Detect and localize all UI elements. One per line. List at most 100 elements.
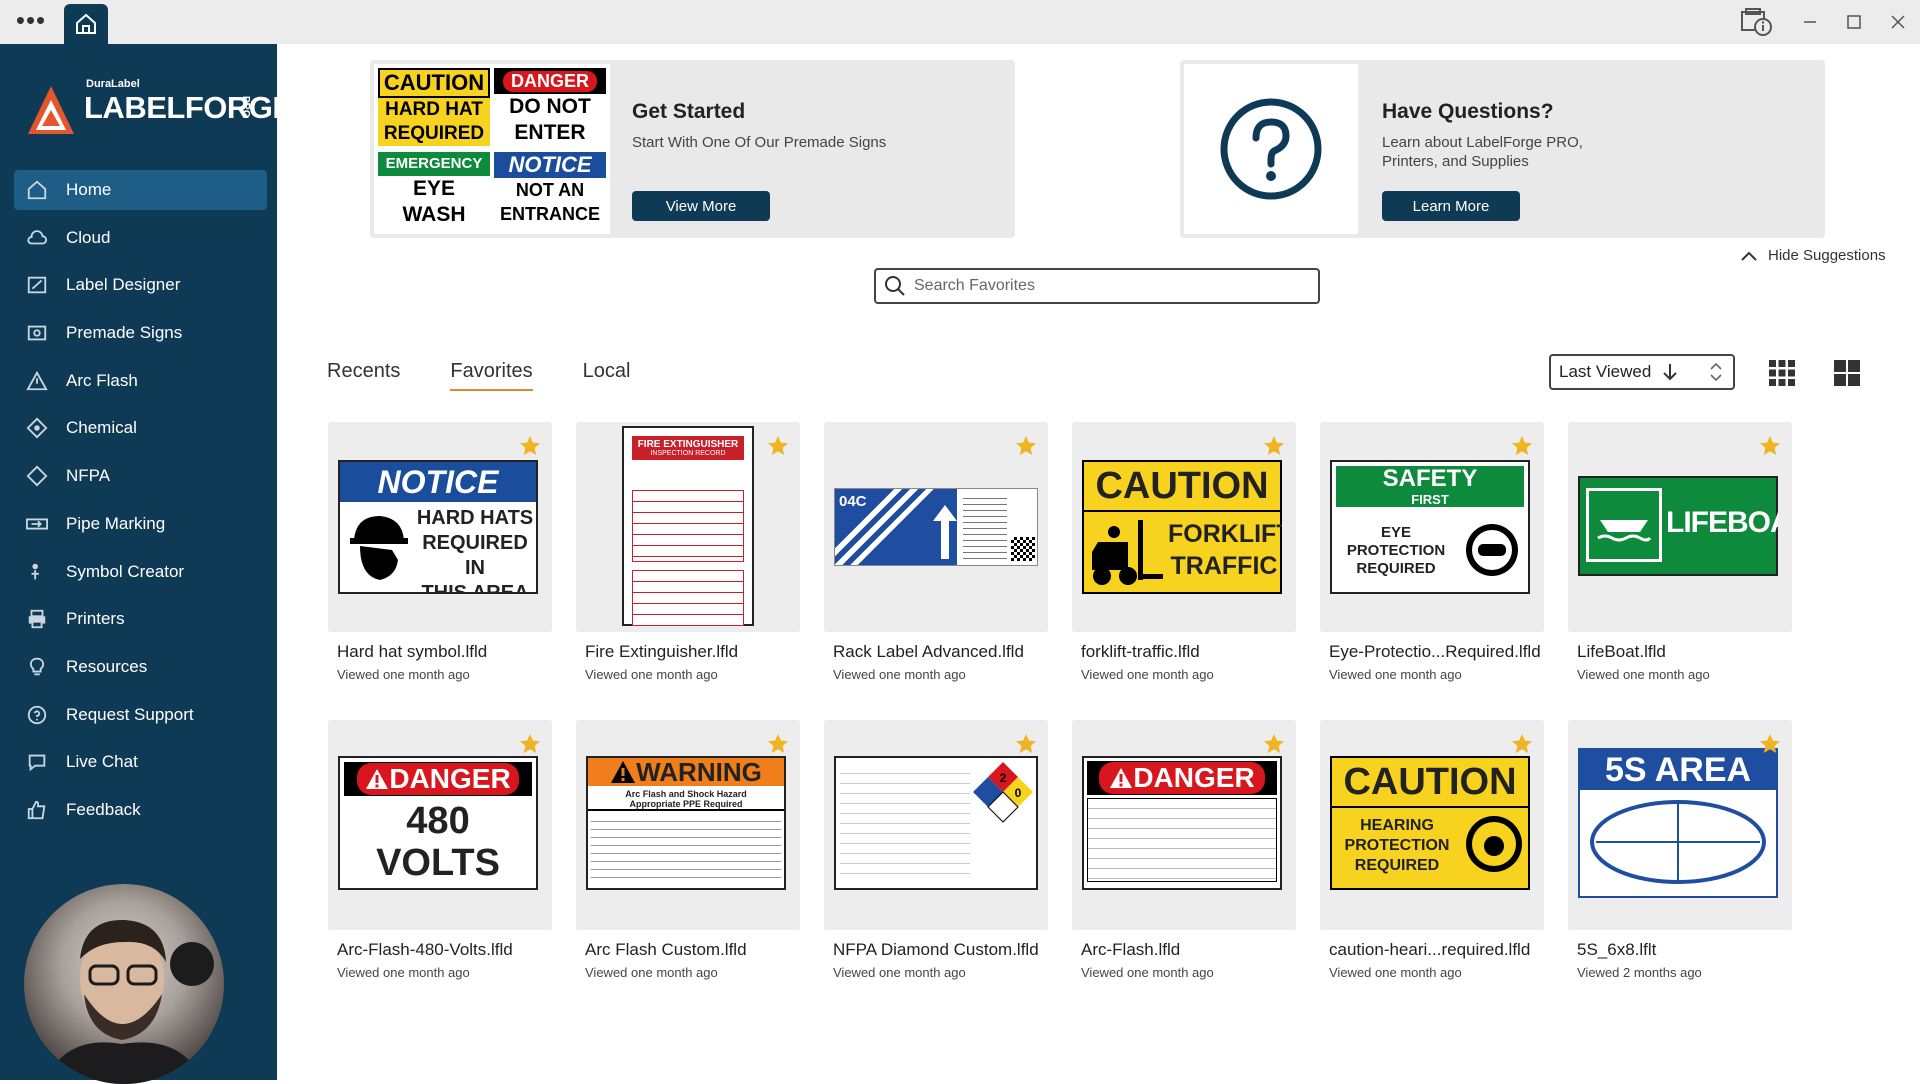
home-tab[interactable]	[64, 4, 108, 44]
file-viewed-date: Viewed one month ago	[585, 965, 718, 980]
home-icon	[26, 179, 48, 201]
warning-sub: Arc Flash and Shock Hazard	[625, 789, 747, 799]
title-bar: •••	[0, 0, 1920, 44]
sort-dropdown[interactable]: Last Viewed	[1549, 354, 1735, 390]
favorite-star-icon[interactable]	[766, 434, 790, 458]
file-name[interactable]: forklift-traffic.lfld	[1081, 642, 1200, 662]
caution-head: CAUTION	[1332, 758, 1528, 808]
file-tile[interactable]: CAUTION HEARING PROTECTION REQUIRED	[1320, 720, 1544, 930]
label-designer-icon	[26, 274, 48, 296]
file-name[interactable]: caution-heari...required.lfld	[1329, 940, 1530, 960]
sidebar-nav: Home Cloud Label Designer Premade Signs Arc …	[14, 170, 267, 838]
file-tile[interactable]: LIFEBOAT	[1568, 422, 1792, 632]
file-viewed-date: Viewed one month ago	[1577, 667, 1710, 682]
close-icon[interactable]	[1876, 0, 1920, 44]
favorite-star-icon[interactable]	[1510, 732, 1534, 756]
file-tile[interactable]: SAFETY FIRST EYE PROTECTION REQUIRED	[1320, 422, 1544, 632]
lightbulb-icon	[26, 656, 48, 678]
file-tile[interactable]: DANGER 480 VOLTS	[328, 720, 552, 930]
file-thumbnail: DANGER 480 VOLTS	[338, 756, 538, 890]
sidebar-item-symbol-creator[interactable]: Symbol Creator	[14, 552, 267, 592]
sidebar-item-printers[interactable]: Printers	[14, 599, 267, 639]
search-favorites-input[interactable]: Search Favorites	[874, 268, 1320, 304]
file-tile[interactable]: 5S AREA	[1568, 720, 1792, 930]
nfpa-reactivity-rating: 0	[1015, 786, 1022, 800]
sidebar-item-label-designer[interactable]: Label Designer	[14, 265, 267, 305]
sidebar-item-home[interactable]: Home	[14, 170, 267, 210]
favorite-star-icon[interactable]	[1014, 732, 1038, 756]
large-grid-view-icon[interactable]	[1832, 358, 1862, 388]
sidebar-item-arc-flash[interactable]: Arc Flash	[14, 361, 267, 401]
tab-favorites[interactable]: Favorites	[450, 360, 533, 391]
have-questions-card: Have Questions? Learn about LabelForge P…	[1180, 60, 1825, 238]
file-tile[interactable]: DANGER	[1072, 720, 1296, 930]
tab-recents[interactable]: Recents	[327, 360, 400, 391]
5s-area-head: 5S AREA	[1580, 750, 1776, 790]
eye-protection-line: EYE	[1380, 524, 1411, 541]
favorite-star-icon[interactable]	[518, 732, 542, 756]
maximize-icon[interactable]	[1832, 0, 1876, 44]
chevron-up-icon	[1741, 251, 1757, 261]
file-viewed-date: Viewed one month ago	[585, 667, 718, 682]
favorite-star-icon[interactable]	[1758, 732, 1782, 756]
hide-suggestions-toggle[interactable]: Hide Suggestions	[1740, 247, 1886, 264]
ellipsis-icon[interactable]: •••	[14, 6, 48, 38]
sidebar-item-feedback[interactable]: Feedback	[14, 790, 267, 830]
file-tile[interactable]: FIRE EXTINGUISHER INSPECTION RECORD	[576, 422, 800, 632]
file-name[interactable]: Hard hat symbol.lfld	[337, 642, 487, 662]
file-thumbnail: 20	[834, 756, 1038, 890]
sidebar-item-request-support[interactable]: Request Support	[14, 695, 267, 735]
file-name[interactable]: Arc-Flash-480-Volts.lfld	[337, 940, 513, 960]
sidebar-item-nfpa[interactable]: NFPA	[14, 456, 267, 496]
warning-head: WARNING	[636, 756, 762, 787]
file-name[interactable]: 5S_6x8.lflt	[1577, 940, 1656, 960]
minimize-icon[interactable]	[1788, 0, 1832, 44]
favorite-star-icon[interactable]	[1758, 434, 1782, 458]
danger-sign-head: DANGER	[502, 70, 597, 92]
sidebar-item-resources[interactable]: Resources	[14, 647, 267, 687]
file-thumbnail: DANGER	[1082, 756, 1282, 890]
question-icon	[1220, 98, 1322, 200]
favorite-star-icon[interactable]	[766, 732, 790, 756]
sidebar-item-premade-signs[interactable]: Premade Signs	[14, 313, 267, 353]
sidebar-item-cloud[interactable]: Cloud	[14, 218, 267, 258]
tab-local[interactable]: Local	[583, 360, 631, 391]
file-name[interactable]: LifeBoat.lfld	[1577, 642, 1666, 662]
favorite-star-icon[interactable]	[1262, 732, 1286, 756]
favorite-star-icon[interactable]	[1262, 434, 1286, 458]
webcam-avatar	[24, 884, 224, 1084]
file-tile[interactable]: NOTICE HARD HATS REQUIRED IN THIS AREA	[328, 422, 552, 632]
have-questions-subtitle-1: Learn about LabelForge PRO,	[1382, 134, 1583, 151]
sidebar-item-chemical[interactable]: Chemical	[14, 408, 267, 448]
file-name[interactable]: Rack Label Advanced.lfld	[833, 642, 1024, 662]
favorite-star-icon[interactable]	[518, 434, 542, 458]
file-tile[interactable]: WARNING Arc Flash and Shock Hazard Appropr…	[576, 720, 800, 930]
view-more-button[interactable]: View More	[632, 191, 770, 221]
file-name[interactable]: Fire Extinguisher.lfld	[585, 642, 738, 662]
file-name[interactable]: NFPA Diamond Custom.lfld	[833, 940, 1039, 960]
notice-line: HARD HATS	[416, 507, 534, 529]
logo-brand-main: LABELFORGE	[84, 90, 293, 125]
file-thumbnail: LIFEBOAT	[1578, 476, 1778, 576]
sidebar-item-label: Label Designer	[66, 275, 181, 295]
sidebar-item-pipe-marking[interactable]: Pipe Marking	[14, 504, 267, 544]
chevron-up-down-icon	[1710, 362, 1722, 382]
sidebar-item-label: Cloud	[66, 227, 111, 247]
favorite-star-icon[interactable]	[1014, 434, 1038, 458]
favorite-star-icon[interactable]	[1510, 434, 1534, 458]
file-tile[interactable]: 04C	[824, 422, 1048, 632]
file-tile[interactable]: CAUTION FORKLIFT TRAFFIC	[1072, 422, 1296, 632]
file-name[interactable]: Eye-Protectio...Required.lfld	[1329, 642, 1541, 662]
search-placeholder: Search Favorites	[914, 277, 1035, 294]
hearing-line: HEARING	[1360, 817, 1434, 834]
sidebar-item-label: Premade Signs	[66, 323, 183, 343]
file-viewed-date: Viewed one month ago	[1329, 667, 1462, 682]
file-name[interactable]: Arc-Flash.lfld	[1081, 940, 1180, 960]
file-tile[interactable]: 20	[824, 720, 1048, 930]
small-grid-view-icon[interactable]	[1767, 358, 1797, 388]
learn-more-button[interactable]: Learn More	[1382, 191, 1520, 221]
file-name[interactable]: Arc Flash Custom.lfld	[585, 940, 747, 960]
sort-direction-icon[interactable]	[1661, 362, 1679, 382]
sidebar-item-live-chat[interactable]: Live Chat	[14, 742, 267, 782]
device-info-icon[interactable]	[1734, 0, 1778, 44]
